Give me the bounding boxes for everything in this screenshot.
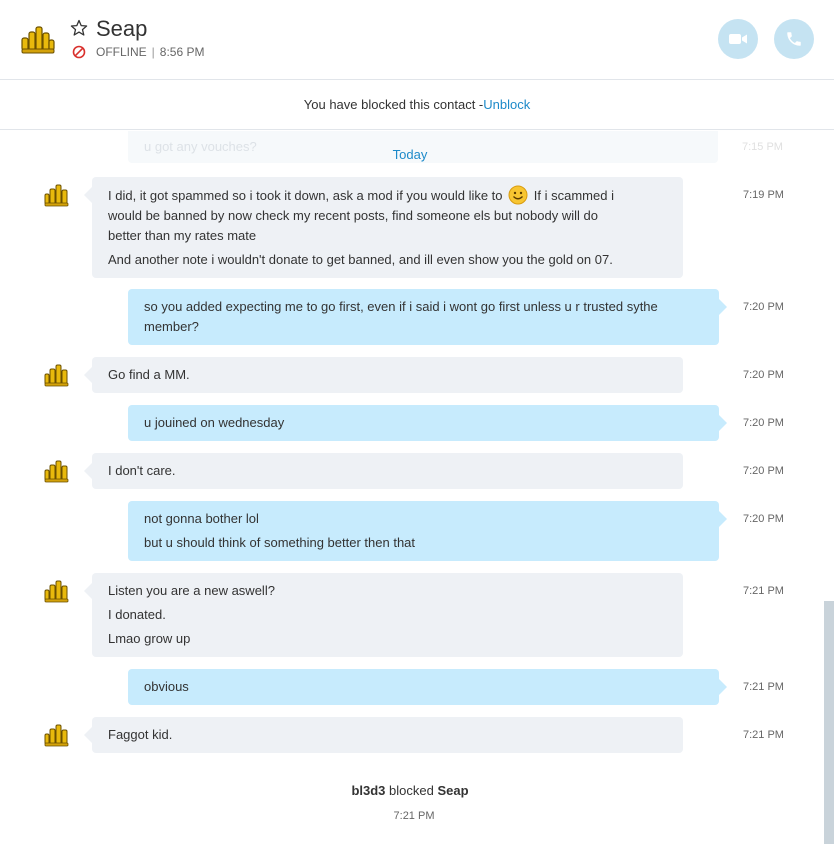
- message-time: 7:20 PM: [743, 369, 784, 381]
- outgoing-message[interactable]: so you added expecting me to go first, e…: [128, 289, 727, 345]
- message-time: 7:21 PM: [743, 729, 784, 741]
- incoming-message[interactable]: I did, it got spammed so i took it down,…: [84, 177, 683, 278]
- incoming-message[interactable]: Listen you are a new aswell? I donated. …: [84, 573, 683, 657]
- gold-coins-avatar[interactable]: [44, 723, 70, 747]
- message-text: If i scammed i: [533, 188, 614, 203]
- message-line: I did, it got spammed so i took it down,…: [108, 185, 667, 206]
- message-time: 7:19 PM: [743, 189, 784, 201]
- message-time: 7:20 PM: [743, 465, 784, 477]
- status-text: OFFLINE: [96, 45, 147, 59]
- block-event-notice: bl3d3 blocked Seap: [0, 783, 820, 798]
- message-line: not gonna bother lol: [144, 511, 259, 526]
- message-history[interactable]: u got any vouches? 7:15 PM Today I did, …: [0, 131, 834, 844]
- message-line: would be banned by now check my recent p…: [108, 208, 598, 223]
- message-line: member?: [144, 319, 199, 334]
- status-separator: |: [151, 45, 155, 59]
- conversation-header: Seap OFFLINE | 8:56 PM: [0, 0, 834, 80]
- event-actor: bl3d3: [351, 783, 386, 798]
- outgoing-message[interactable]: u jouined on wednesday: [128, 405, 727, 441]
- message-time: 7:21 PM: [743, 681, 784, 693]
- blocked-contact-notice: You have blocked this contact - Unblock: [0, 80, 834, 130]
- message-time: 7:20 PM: [743, 417, 784, 429]
- message-time: 7:21 PM: [743, 585, 784, 597]
- date-divider: Today: [392, 147, 428, 162]
- blocked-notice-text: You have blocked this contact -: [303, 97, 484, 112]
- presence-status: OFFLINE | 8:56 PM: [72, 45, 205, 59]
- message-text: I did, it got spammed so i took it down,…: [108, 188, 503, 203]
- incoming-message[interactable]: I don't care.: [84, 453, 683, 489]
- message-line: Lmao grow up: [108, 631, 191, 646]
- video-call-button[interactable]: [718, 19, 758, 59]
- event-target: Seap: [437, 783, 469, 798]
- contact-name: Seap: [96, 16, 148, 41]
- message-line: I don't care.: [108, 463, 176, 478]
- outgoing-message[interactable]: obvious: [128, 669, 727, 705]
- block-event-time: 7:21 PM: [393, 810, 435, 822]
- chat-scrollbar[interactable]: [824, 601, 834, 844]
- message-line: Go find a MM.: [108, 367, 190, 382]
- outgoing-message[interactable]: not gonna bother lol but u should think …: [128, 501, 727, 561]
- message-time: 7:20 PM: [743, 513, 784, 525]
- audio-call-button[interactable]: [774, 19, 814, 59]
- message-line: obvious: [144, 679, 189, 694]
- phone-icon: [787, 32, 801, 46]
- last-seen-time: 8:56 PM: [159, 45, 205, 59]
- message-line: but u should think of something better t…: [144, 535, 416, 550]
- blocked-status-icon: [72, 45, 86, 59]
- event-action: blocked: [385, 783, 438, 798]
- message-line: I donated.: [108, 607, 166, 622]
- gold-coins-avatar[interactable]: [44, 363, 70, 387]
- message-time: 7:20 PM: [743, 301, 784, 313]
- message-line: u jouined on wednesday: [144, 415, 285, 430]
- message-line: Faggot kid.: [108, 727, 173, 742]
- message-line: so you added expecting me to go first, e…: [144, 299, 658, 314]
- incoming-message[interactable]: Go find a MM.: [84, 357, 683, 393]
- incoming-message[interactable]: Faggot kid.: [84, 717, 683, 753]
- gold-coins-avatar[interactable]: [44, 579, 70, 603]
- message-line: better than my rates mate: [108, 228, 257, 243]
- gold-coins-avatar[interactable]: [44, 459, 70, 483]
- video-camera-icon: [729, 34, 747, 44]
- message-line: Listen you are a new aswell?: [108, 583, 275, 598]
- smile-emoji-icon: [508, 185, 528, 205]
- unblock-link[interactable]: Unblock: [483, 97, 530, 112]
- gold-coins-avatar[interactable]: [20, 24, 56, 54]
- message-line: And another note i wouldn't donate to ge…: [108, 252, 613, 267]
- favorite-star-icon[interactable]: [70, 19, 88, 37]
- gold-coins-avatar[interactable]: [44, 183, 70, 207]
